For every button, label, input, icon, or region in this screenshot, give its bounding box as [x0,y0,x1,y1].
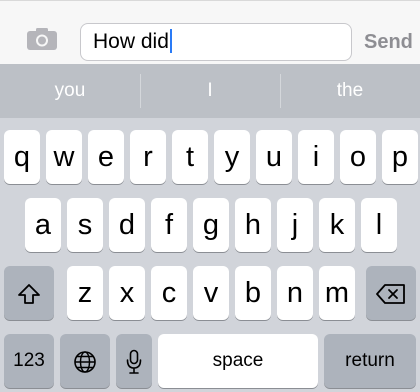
prediction-the[interactable]: the [280,64,420,118]
key-j[interactable]: j [277,198,313,252]
prediction-i[interactable]: I [140,64,280,118]
send-button[interactable]: Send [364,23,413,61]
globe-icon [74,351,96,374]
key-m[interactable]: m [319,266,355,320]
key-l[interactable]: l [361,198,397,252]
key-e[interactable]: e [88,130,124,184]
message-compose-bar: How did Send [0,0,420,64]
predictive-text-bar: you I the [0,64,420,118]
key-c[interactable]: c [151,266,187,320]
microphone-icon [126,350,142,375]
key-b[interactable]: b [235,266,271,320]
key-p[interactable]: p [382,130,418,184]
keyboard: q w e r t y u i o p a s d f g h j k l z … [0,118,420,392]
text-caret [169,29,172,53]
numbers-key[interactable]: 123 [4,334,54,388]
key-f[interactable]: f [151,198,187,252]
key-h[interactable]: h [235,198,271,252]
key-w[interactable]: w [46,130,82,184]
key-q[interactable]: q [4,130,40,184]
key-t[interactable]: t [172,130,208,184]
camera-icon[interactable] [26,27,58,51]
prediction-you[interactable]: you [0,64,140,118]
key-y[interactable]: y [214,130,250,184]
key-k[interactable]: k [319,198,355,252]
key-g[interactable]: g [193,198,229,252]
globe-key[interactable] [60,334,110,388]
space-key[interactable]: space [158,334,318,388]
key-z[interactable]: z [67,266,103,320]
shift-icon [18,284,40,305]
dictation-key[interactable] [116,334,152,388]
key-x[interactable]: x [109,266,145,320]
key-o[interactable]: o [340,130,376,184]
backspace-icon [376,284,405,305]
key-u[interactable]: u [256,130,292,184]
key-s[interactable]: s [67,198,103,252]
key-r[interactable]: r [130,130,166,184]
return-key[interactable]: return [324,334,416,388]
message-input[interactable]: How did [80,23,352,61]
shift-key[interactable] [4,266,54,320]
key-i[interactable]: i [298,130,334,184]
key-n[interactable]: n [277,266,313,320]
key-v[interactable]: v [193,266,229,320]
message-text: How did [93,30,169,53]
key-a[interactable]: a [25,198,61,252]
delete-key[interactable] [366,266,416,320]
key-d[interactable]: d [109,198,145,252]
